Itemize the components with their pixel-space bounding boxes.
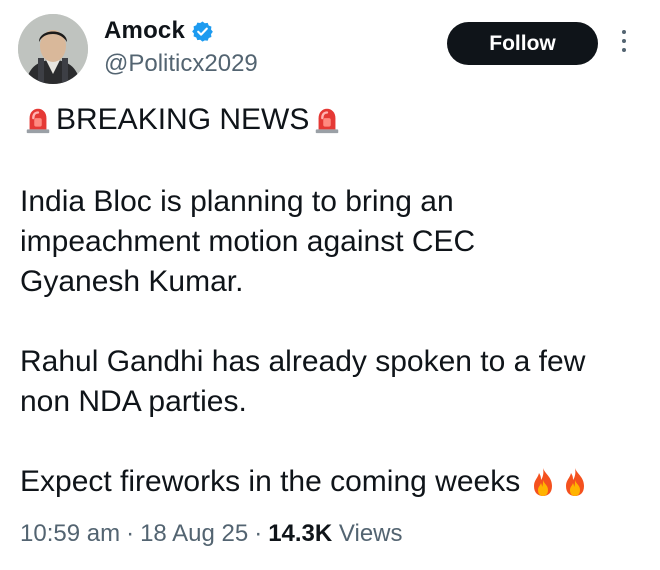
- closing-line: Expect fireworks in the coming weeks: [20, 462, 650, 502]
- tweet-text: BREAKING NEWS India Bloc is planning to …: [20, 100, 650, 502]
- author-name-row: Amock: [104, 14, 214, 48]
- body-line: Gyanesh Kumar.: [20, 265, 244, 298]
- body-line: impeachment motion against CEC: [20, 225, 476, 258]
- body-line: non NDA parties.: [20, 385, 247, 418]
- tweet-card: Amock @Politicx2029 Follow BREAKING NEWS: [0, 0, 660, 570]
- headline-text: BREAKING NEWS: [56, 103, 310, 136]
- author-handle[interactable]: @Politicx2029: [104, 50, 258, 78]
- fire-icon: [528, 466, 558, 498]
- body-line: Rahul Gandhi has already spoken to a few: [20, 345, 586, 378]
- fire-icon: [560, 466, 590, 498]
- meta-separator: ·: [254, 520, 263, 547]
- verified-badge-icon: [191, 20, 214, 43]
- follow-button[interactable]: Follow: [447, 22, 598, 65]
- more-options-icon[interactable]: [620, 30, 628, 58]
- tweet-date[interactable]: 18 Aug 25: [140, 520, 248, 547]
- tweet-meta: 10:59 am · 18 Aug 25 · 14.3K Views: [20, 520, 403, 548]
- tweet-time[interactable]: 10:59 am: [20, 520, 120, 547]
- siren-icon: [23, 105, 53, 135]
- views-label: Views: [338, 520, 403, 547]
- meta-separator: ·: [126, 520, 135, 547]
- views-count: 14.3K: [268, 520, 333, 547]
- siren-icon: [312, 105, 342, 135]
- body-line: Expect fireworks in the coming weeks: [20, 465, 521, 498]
- headline-line: BREAKING NEWS: [20, 100, 650, 140]
- author-display-name[interactable]: Amock: [104, 17, 185, 45]
- body-line: India Bloc is planning to bring an: [20, 185, 454, 218]
- avatar[interactable]: [18, 14, 88, 84]
